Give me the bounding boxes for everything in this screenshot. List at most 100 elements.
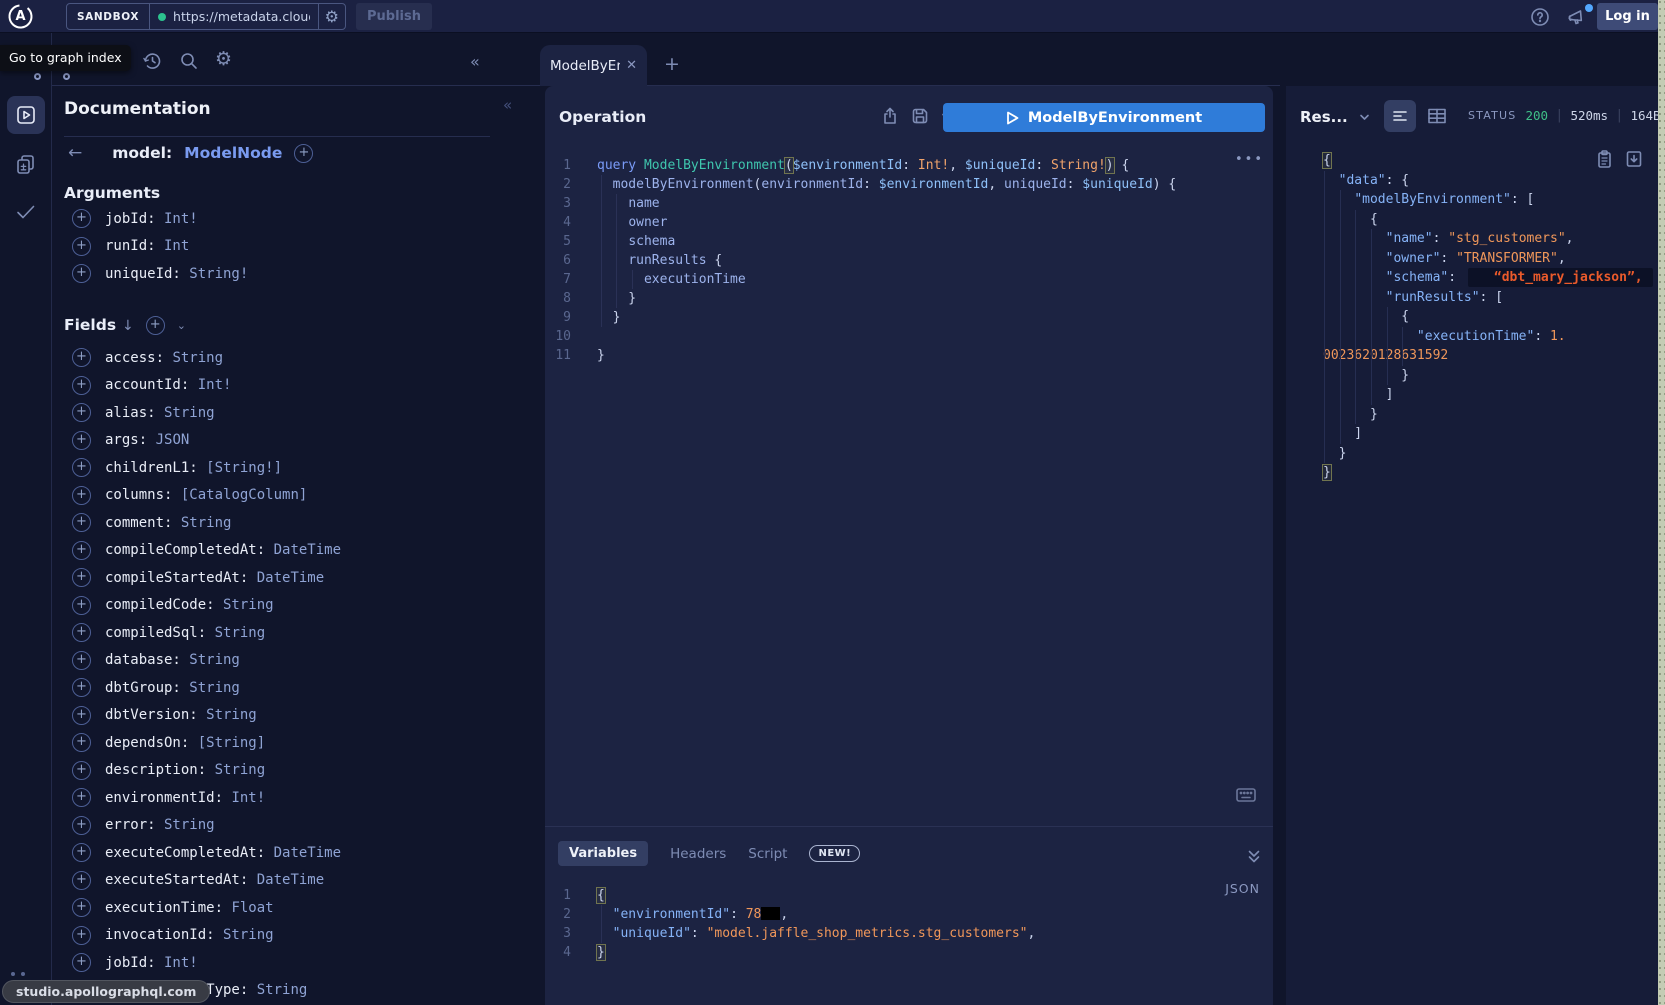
field-type[interactable]: JSON — [147, 432, 189, 448]
close-tab-icon[interactable]: ✕ — [626, 58, 637, 73]
collapse-panel-icon[interactable]: « — [470, 52, 480, 71]
field-type[interactable]: String — [181, 680, 240, 696]
doc-field-row[interactable]: dbtVersion: String — [72, 702, 341, 730]
code-line[interactable]: ] — [1323, 385, 1653, 405]
code-line[interactable]: 10 — [545, 327, 1273, 346]
endpoint-url-text[interactable]: https://metadata.cloud.getd — [173, 9, 310, 24]
add-to-query-icon[interactable] — [72, 898, 91, 917]
run-operation-button[interactable]: ModelByEnvironment — [943, 103, 1265, 132]
add-to-query-icon[interactable] — [72, 733, 91, 752]
settings-gear-icon[interactable]: ⚙ — [215, 48, 232, 70]
add-to-query-icon[interactable] — [72, 816, 91, 835]
code-line[interactable]: "name": "stg_customers", — [1323, 229, 1653, 249]
doc-field-row[interactable]: uniqueId: String! — [72, 260, 248, 288]
collapse-docs-icon[interactable]: « — [503, 96, 512, 114]
doc-field-row[interactable]: dependsOn: [String] — [72, 729, 341, 757]
sidebar-item-explorer[interactable] — [7, 96, 45, 134]
add-all-fields-icon[interactable] — [146, 316, 165, 335]
add-to-query-icon[interactable] — [72, 926, 91, 945]
field-type[interactable]: String! — [181, 266, 248, 282]
code-line[interactable]: "schema": “dbt_mary_jackson”, — [1323, 268, 1653, 288]
help-icon[interactable] — [1530, 7, 1550, 27]
add-to-query-icon[interactable] — [72, 209, 91, 228]
code-line[interactable]: "runResults": [ — [1323, 288, 1653, 308]
doc-field-row[interactable]: args: JSON — [72, 427, 341, 455]
add-to-query-icon[interactable] — [72, 568, 91, 587]
docs-type-name[interactable]: ModelNode — [184, 144, 282, 162]
doc-field-row[interactable]: environmentId: Int! — [72, 784, 341, 812]
field-type[interactable]: Int! — [189, 377, 231, 393]
add-to-query-icon[interactable] — [72, 623, 91, 642]
doc-field-row[interactable]: description: String — [72, 757, 341, 785]
add-to-query-icon[interactable] — [72, 788, 91, 807]
doc-field-row[interactable]: columns: [CatalogColumn] — [72, 482, 341, 510]
field-type[interactable]: String — [172, 515, 231, 531]
code-line[interactable]: { — [1323, 210, 1653, 230]
doc-field-row[interactable]: error: String — [72, 812, 341, 840]
field-type[interactable]: String — [215, 927, 274, 943]
doc-field-row[interactable]: comment: String — [72, 509, 341, 537]
field-type[interactable]: DateTime — [248, 570, 324, 586]
save-icon[interactable] — [910, 106, 930, 126]
code-line[interactable]: 4} — [545, 943, 1273, 962]
operation-tab-label[interactable]: ModelByEnvi... — [550, 58, 620, 74]
response-panel-title[interactable]: Res... — [1300, 108, 1371, 126]
add-to-query-icon[interactable] — [72, 348, 91, 367]
doc-field-row[interactable]: invocationId: String — [72, 922, 341, 950]
graph-index-icon[interactable] — [63, 73, 70, 80]
add-to-query-icon[interactable] — [72, 596, 91, 615]
code-line[interactable]: { — [1323, 307, 1653, 327]
table-view-button[interactable] — [1426, 106, 1448, 126]
graphql-query-editor[interactable]: 1query ModelByEnvironment($environmentId… — [545, 156, 1273, 365]
chevron-down-icon[interactable]: ⌄ — [177, 319, 186, 332]
field-type[interactable]: DateTime — [248, 872, 324, 888]
doc-field-row[interactable]: compileCompletedAt: DateTime — [72, 537, 341, 565]
add-to-query-icon[interactable] — [72, 843, 91, 862]
doc-field-row[interactable]: childrenL1: [String!] — [72, 454, 341, 482]
field-type[interactable]: Int! — [156, 955, 198, 971]
code-line[interactable]: } — [1323, 463, 1653, 483]
code-line[interactable]: 2 "environmentId": 78, — [545, 905, 1273, 924]
code-line[interactable]: "owner": "TRANSFORMER", — [1323, 249, 1653, 269]
add-to-query-icon[interactable] — [72, 431, 91, 450]
response-json[interactable]: { "data": { "modelByEnvironment": [ { "n… — [1323, 151, 1653, 483]
field-type[interactable]: String — [156, 817, 215, 833]
code-line[interactable]: 1{ — [545, 886, 1273, 905]
tab-script[interactable]: Script — [748, 846, 787, 862]
sort-fields-icon[interactable]: ↓ — [122, 318, 134, 334]
add-to-query-icon[interactable] — [72, 871, 91, 890]
field-type[interactable]: DateTime — [265, 845, 341, 861]
search-icon[interactable] — [178, 50, 200, 72]
sidebar-item-schema[interactable] — [7, 145, 45, 183]
add-to-query-icon[interactable] — [72, 486, 91, 505]
add-to-query-icon[interactable] — [72, 541, 91, 560]
code-line[interactable]: 0023620128631592 — [1323, 346, 1653, 366]
doc-field-row[interactable]: executeCompletedAt: DateTime — [72, 839, 341, 867]
back-arrow-icon[interactable]: ← — [68, 143, 82, 163]
code-line[interactable]: } — [1323, 405, 1653, 425]
field-type[interactable]: [String!] — [198, 460, 282, 476]
doc-field-row[interactable]: jobId: Int! — [72, 949, 341, 977]
doc-field-row[interactable]: dbtGroup: String — [72, 674, 341, 702]
login-button[interactable]: Log in — [1597, 3, 1658, 30]
code-line[interactable]: 2 modelByEnvironment(environmentId: $env… — [545, 175, 1273, 194]
operation-tab[interactable]: ModelByEnvi... ✕ — [540, 45, 647, 86]
add-type-icon[interactable] — [294, 144, 313, 163]
add-to-query-icon[interactable] — [72, 678, 91, 697]
keyboard-shortcuts-icon[interactable] — [1235, 785, 1257, 805]
field-type[interactable]: String — [206, 762, 265, 778]
doc-field-row[interactable]: accountId: Int! — [72, 372, 341, 400]
code-line[interactable]: "executionTime": 1. — [1323, 327, 1653, 347]
field-type[interactable]: String — [156, 405, 215, 421]
code-line[interactable]: { — [1323, 151, 1653, 171]
code-line[interactable]: "data": { — [1323, 171, 1653, 191]
code-line[interactable]: 11} — [545, 346, 1273, 365]
add-to-query-icon[interactable] — [72, 953, 91, 972]
doc-field-row[interactable]: compiledSql: String — [72, 619, 341, 647]
formatted-view-button[interactable] — [1384, 100, 1416, 132]
field-type[interactable]: String — [164, 350, 223, 366]
doc-field-row[interactable]: jobId: Int! — [72, 205, 248, 233]
doc-field-row[interactable]: executionTime: Float — [72, 894, 341, 922]
code-line[interactable]: 3 name — [545, 194, 1273, 213]
add-to-query-icon[interactable] — [72, 651, 91, 670]
